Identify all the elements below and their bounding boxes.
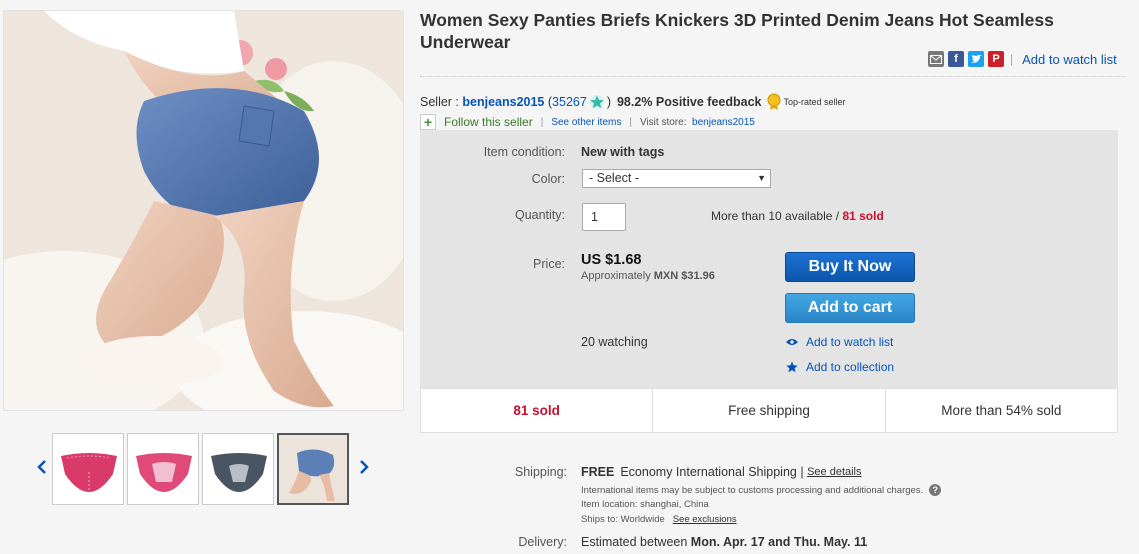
shipping-info: FREE Economy International Shipping | Se… [581,465,862,479]
chevron-left-icon[interactable] [35,457,49,477]
item-location-label: Item location: [581,499,638,510]
divider: | [1010,52,1014,66]
gray-brief-image [211,453,267,492]
shipping-method: Economy International Shipping [620,465,797,479]
thumbnail-4[interactable] [277,433,349,505]
quantity-label: Quantity: [514,208,565,222]
store-link[interactable]: benjeans2015 [692,117,755,128]
top-rated-badge-icon [767,93,781,110]
ships-to: Ships to: Worldwide See exclusions [581,514,737,525]
thumbnail-1[interactable] [52,433,124,505]
seller-name-link[interactable]: benjeans2015 [462,95,544,109]
item-location-value: shanghai, China [640,499,709,510]
feedback-score-close: ) [606,94,611,109]
customs-note: International items may be subject to cu… [581,484,942,496]
twitter-icon[interactable] [968,51,984,67]
watching-count: 20 watching [581,335,648,349]
facebook-icon[interactable]: f [948,51,964,67]
approx-prefix: Approximately [581,270,651,282]
add-to-watch-list-label: Add to watch list [806,335,894,349]
product-photo-illustration [4,11,403,410]
model-denim-image [279,435,347,503]
stat-percent-sold: More than 54% sold [941,403,1062,418]
chevron-right-icon[interactable] [357,457,371,477]
availability-separator: / [835,209,840,223]
delivery-range: Mon. Apr. 17 and Thu. May. 11 [690,535,868,549]
shipping-free: FREE [581,465,615,479]
follow-seller-link[interactable]: Follow this seller [444,115,533,129]
divider: | [540,116,544,128]
feedback-star-icon [589,94,604,109]
shipping-label: Shipping: [514,465,567,479]
item-title: Women Sexy Panties Briefs Knickers 3D Pr… [420,10,1054,52]
add-to-collection-link[interactable]: Add to collection [786,360,894,374]
color-select[interactable]: - Select - ▼ [582,169,771,188]
main-product-image[interactable] [3,10,404,411]
add-to-collection-label: Add to collection [806,360,895,374]
condition-label: Item condition: [483,145,565,159]
see-details-link[interactable]: See details [807,466,861,478]
item-stats: 81 sold Free shipping More than 54% sold [420,388,1118,433]
sold-count[interactable]: 81 sold [842,209,883,223]
customs-note-text: International items may be subject to cu… [581,484,924,496]
thumbnail-3[interactable] [202,433,274,505]
pinterest-icon[interactable]: P [988,51,1004,67]
delivery-label: Delivery: [518,535,567,549]
share-bar: f P | Add to watch list [928,51,1117,67]
chevron-down-icon: ▼ [757,173,766,183]
available-count: More than 10 available [711,209,833,223]
seller-info: Seller : benjeans2015 (35267 ) 98.2% Pos… [420,93,846,110]
star-icon [786,361,798,373]
top-rated-label: Top-rated seller [783,96,846,107]
purchase-panel: Item condition: New with tags Color: - S… [420,130,1118,388]
add-to-watch-list-link[interactable]: Add to watch list [786,335,893,349]
title-divider [420,76,1126,77]
divider: | [629,116,632,128]
see-exclusions-link[interactable]: See exclusions [673,514,737,525]
price-value: US $1.68 [581,252,642,268]
quantity-input[interactable]: 1 [582,203,626,231]
feedback-score-link[interactable]: 35267 [552,95,587,109]
help-icon[interactable]: ? [929,484,942,496]
ships-to-label: Ships to: [581,514,618,525]
delivery-prefix: Estimated between [581,535,688,549]
pink-brief-front-image [136,453,192,492]
seller-actions: + Follow this seller | See other items |… [420,114,755,130]
stat-sold: 81 sold [421,389,654,432]
color-label: Color: [531,172,565,186]
visit-store-label: Visit store: [639,116,687,128]
thumbnail-2[interactable] [127,433,199,505]
plus-icon[interactable]: + [420,114,436,130]
add-to-cart-button[interactable]: Add to cart [785,293,915,323]
stat-free-shipping: Free shipping [653,389,886,432]
delivery-estimate: Estimated between Mon. Apr. 17 and Thu. … [581,535,867,549]
price-label: Price: [533,257,565,271]
ships-to-value: Worldwide [620,514,665,525]
approx-value: MXN $31.96 [653,270,715,282]
positive-feedback: 98.2% Positive feedback [616,94,762,109]
buy-it-now-button[interactable]: Buy It Now [785,252,915,282]
see-other-items-link[interactable]: See other items [551,117,621,128]
eye-icon [786,339,798,345]
availability: More than 10 available / 81 sold [711,209,884,223]
converted-price: Approximately MXN $31.96 [581,270,715,282]
pink-brief-back-image [61,453,117,492]
header-add-to-watch-list[interactable]: Add to watch list [1022,52,1117,67]
email-icon[interactable] [928,51,944,67]
color-select-value: - Select - [589,171,640,185]
item-location: Item location: shanghai, China [581,499,709,510]
condition-value: New with tags [581,145,665,159]
divider: | [800,465,804,479]
thumbnail-strip [30,430,375,508]
seller-label: Seller : [420,94,459,109]
